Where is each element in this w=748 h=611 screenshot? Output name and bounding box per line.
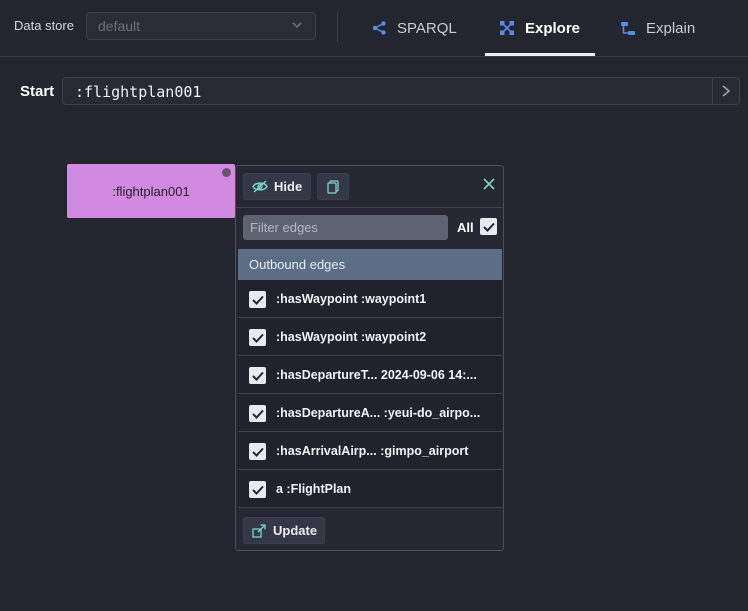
close-icon[interactable]	[481, 176, 497, 192]
edge-row[interactable]: :hasDepartureT... 2024-09-06 14:...	[238, 356, 502, 394]
tab-explore-label: Explore	[525, 19, 581, 37]
panel-header: Hide	[236, 166, 503, 208]
edge-checkbox[interactable]	[249, 405, 266, 422]
edge-checkbox[interactable]	[249, 367, 266, 384]
hide-label: Hide	[274, 179, 303, 194]
chevron-down-icon	[291, 18, 303, 34]
tab-sparql[interactable]: SPARQL	[372, 0, 457, 56]
edge-label: :hasWaypoint :waypoint1	[276, 292, 427, 306]
checkmark-icon	[251, 371, 264, 381]
checkmark-icon	[251, 333, 264, 343]
filter-edges-input[interactable]	[243, 215, 448, 240]
copy-button[interactable]	[317, 173, 349, 200]
data-store-value: default	[98, 18, 141, 34]
graph-explore-icon	[500, 21, 514, 35]
update-button[interactable]: Update	[243, 517, 325, 544]
edge-label: :hasDepartureT... 2024-09-06 14:...	[276, 368, 477, 382]
edge-label: a :FlightPlan	[276, 482, 351, 496]
update-label: Update	[273, 523, 318, 538]
edge-row[interactable]: :hasWaypoint :waypoint1	[238, 280, 502, 318]
checkmark-icon	[251, 295, 264, 305]
tab-explain[interactable]: Explain	[620, 0, 695, 56]
edge-row[interactable]: :hasWaypoint :waypoint2	[238, 318, 502, 356]
edge-list: :hasWaypoint :waypoint1 :hasWaypoint :wa…	[238, 280, 502, 508]
checkmark-icon	[251, 447, 264, 457]
tab-explain-label: Explain	[646, 19, 696, 37]
all-label: All	[457, 220, 474, 235]
all-checkbox[interactable]	[480, 218, 497, 235]
outbound-edges-header: Outbound edges	[238, 249, 502, 280]
edge-checkbox[interactable]	[249, 329, 266, 346]
node-label: :flightplan001	[112, 183, 190, 199]
edge-label: :hasWaypoint :waypoint2	[276, 330, 427, 344]
share-nodes-icon	[372, 21, 386, 35]
edge-checkbox[interactable]	[249, 481, 266, 498]
checkmark-icon	[251, 409, 264, 419]
copy-icon	[327, 179, 339, 194]
start-label: Start	[20, 83, 55, 100]
edge-checkbox[interactable]	[249, 443, 266, 460]
tab-sparql-label: SPARQL	[397, 19, 457, 37]
tab-explore[interactable]: Explore	[485, 0, 595, 56]
checkmark-icon	[251, 485, 264, 495]
tree-structure-icon	[621, 21, 635, 35]
edge-checkbox[interactable]	[249, 291, 266, 308]
node-handle[interactable]	[222, 168, 231, 177]
graph-node[interactable]: :flightplan001	[67, 164, 235, 218]
edge-row[interactable]: a :FlightPlan	[238, 470, 502, 508]
hide-button[interactable]: Hide	[243, 173, 311, 200]
checkmark-icon	[482, 222, 495, 232]
external-link-icon	[252, 523, 266, 538]
start-field	[62, 77, 740, 105]
edge-row[interactable]: :hasDepartureA... :yeui-do_airpo...	[238, 394, 502, 432]
data-store-label: Data store	[14, 18, 74, 33]
edge-panel: Hide All Outbound edges :hasWaypoint :wa…	[235, 165, 504, 551]
eye-slash-icon	[252, 180, 268, 193]
go-button[interactable]	[712, 78, 739, 104]
edge-label: :hasArrivalAirp... :gimpo_airport	[276, 444, 469, 458]
chevron-right-icon	[722, 85, 731, 97]
edge-label: :hasDepartureA... :yeui-do_airpo...	[276, 406, 481, 420]
data-store-select[interactable]: default	[86, 12, 316, 40]
edge-row[interactable]: :hasArrivalAirp... :gimpo_airport	[238, 432, 502, 470]
start-input[interactable]	[75, 82, 695, 102]
divider	[337, 12, 338, 42]
top-bar: Data store default SPARQL Explore Explai…	[0, 0, 748, 57]
